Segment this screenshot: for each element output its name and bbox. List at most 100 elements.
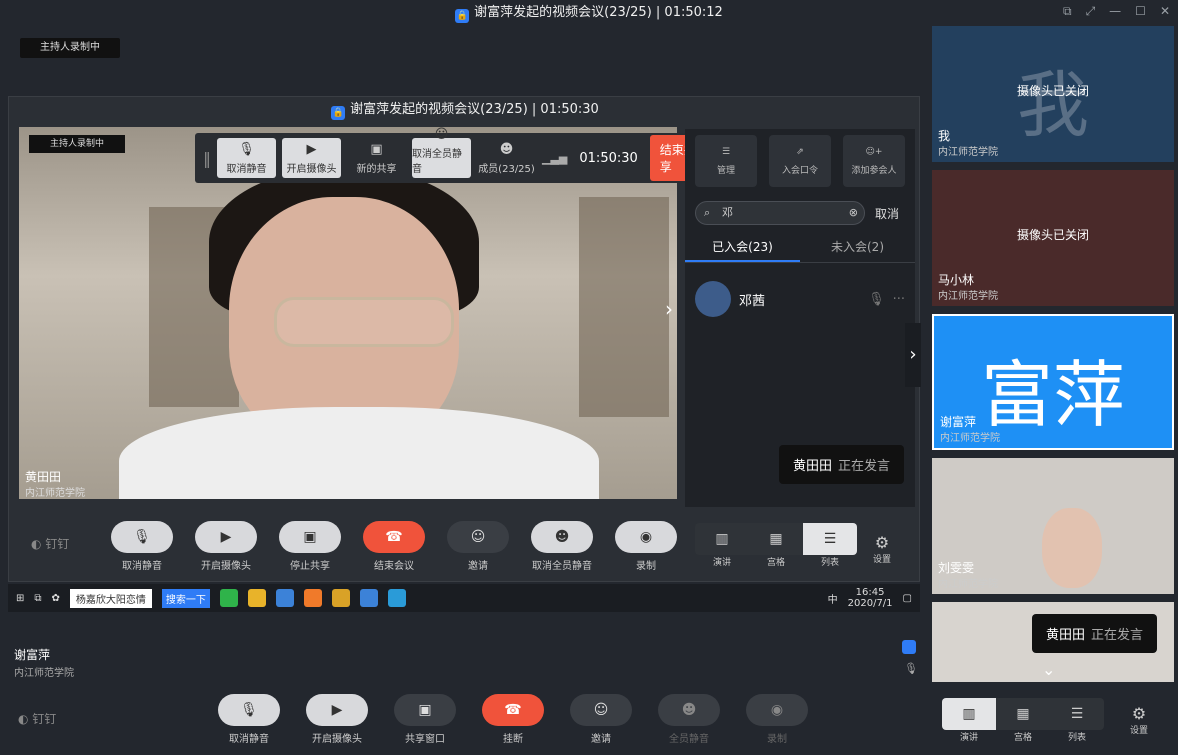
search-cancel-button[interactable]: 取消 (875, 205, 899, 222)
settings-label: 设置 (1130, 726, 1149, 736)
next-arrow-icon[interactable]: › (665, 297, 673, 321)
signal-icon: ▁▃▅ (542, 151, 568, 165)
app-icon[interactable] (303, 589, 322, 607)
ctrl-stop-share[interactable]: ▣ 停止共享 (275, 521, 345, 572)
unmute-button[interactable]: 🎙 取消静音 (214, 694, 284, 745)
grid-view-icon[interactable]: ▦ (749, 523, 803, 555)
panel-expand-icon[interactable]: › (905, 323, 921, 387)
app-icon[interactable]: ✿ (52, 593, 60, 604)
ctrl-label: 邀请 (591, 734, 611, 745)
manage-button[interactable]: ☰ 管理 (695, 135, 757, 187)
manage-label: 管理 (716, 165, 735, 176)
windows-start-icon[interactable]: ⊞ (16, 593, 24, 604)
view-switch: ▥ ▦ ☰ 演讲 宫格 列表 (942, 698, 1104, 743)
ctrl-unmute[interactable]: 🎙 取消静音 (107, 521, 177, 572)
main-controls: 🎙 取消静音 ▶ 开启摄像头 ▣ 共享窗口 ☎ 挂断 ☺ 邀请 ☻ 全员静音 ◉ 录制 (214, 694, 812, 745)
tile-name: 马小林 (938, 273, 975, 287)
ctrl-label: 结束会议 (374, 561, 414, 572)
join-code-button[interactable]: ⇗ 入会口令 (769, 135, 831, 187)
add-user-icon: ☺ (570, 694, 632, 726)
record-icon: ◉ (615, 521, 677, 553)
speaker-view-icon[interactable]: ▥ (942, 698, 996, 730)
browser-search-button[interactable]: 搜索一下 (161, 588, 210, 608)
dingtalk-app-icon[interactable] (359, 589, 378, 607)
more-icon[interactable]: ··· (893, 292, 905, 307)
panel-actions: ☰ 管理 ⇗ 入会口令 ☺+ 添加参会人 (695, 135, 905, 187)
participant-tile-huang[interactable]: 黄田田 正在发言 ⌄ (932, 602, 1174, 682)
app-icon[interactable] (247, 589, 266, 607)
unmute-button[interactable]: 🎙 取消静音 (217, 138, 276, 178)
members-button[interactable]: ☻ 成员(23/25) (477, 138, 536, 178)
person-face (1042, 508, 1102, 588)
unmute-all-button[interactable]: ☺ 取消全员静音 (412, 127, 471, 178)
member-tabs: 已入会(23) 未入会(2) (685, 233, 915, 263)
participant-tile-me[interactable]: 我 摄像头已关闭 我 内江师范学院 (932, 26, 1174, 162)
close-button[interactable]: ✕ (1160, 4, 1170, 19)
camera-button[interactable]: ▶ 开启摄像头 (302, 694, 372, 745)
app-icon[interactable] (219, 589, 238, 607)
inner-settings-button[interactable]: ⚙ 设置 (873, 533, 891, 565)
ctrl-camera[interactable]: ▶ 开启摄像头 (191, 521, 261, 572)
list-view-icon[interactable]: ☰ (1050, 698, 1104, 730)
hangup-button[interactable]: ☎ 挂断 (478, 694, 548, 745)
ctrl-record[interactable]: ◉ 录制 (611, 521, 681, 572)
ctrl-invite[interactable]: ☺ 邀请 (443, 521, 513, 572)
mute-all-button[interactable]: ☻ 全员静音 (654, 694, 724, 745)
doorway (579, 197, 669, 417)
task-view-icon[interactable]: ⧉ (34, 593, 41, 604)
add-participant-button[interactable]: ☺+ 添加参会人 (843, 135, 905, 187)
ctrl-end-meeting[interactable]: ☎ 结束会议 (359, 521, 429, 572)
ctrl-label: 全员静音 (669, 734, 709, 745)
camera-off-icon: ▶ (306, 694, 368, 726)
ctrl-label: 停止共享 (290, 561, 330, 572)
drag-handle-icon[interactable]: ‖ (203, 149, 211, 168)
tile-org: 内江师范学院 (940, 433, 1000, 444)
ctrl-unmute-all[interactable]: ☻ 取消全员静音 (527, 521, 597, 572)
view-label: 列表 (820, 558, 839, 568)
new-share-button[interactable]: ▣ 新的共享 (347, 138, 406, 178)
tab-joined[interactable]: 已入会(23) (685, 233, 800, 262)
camera-on-button[interactable]: ▶ 开启摄像头 (282, 138, 341, 178)
camera-off-icon: ▶ (306, 142, 317, 157)
share-window-button[interactable]: ▣ 共享窗口 (390, 694, 460, 745)
ime-indicator[interactable]: 中 (828, 591, 838, 606)
participant-tile-xie[interactable]: 富萍 谢富萍 内江师范学院 (932, 314, 1174, 450)
member-icon: ☻ (499, 142, 514, 157)
avatar (695, 281, 731, 317)
clear-icon[interactable]: ⊗ (849, 202, 858, 224)
speaker-view-icon[interactable]: ▥ (695, 523, 749, 555)
presenter-org: 内江师范学院 (14, 668, 74, 679)
popout-icon[interactable]: ⧉ (1063, 4, 1072, 19)
inner-recording-badge: 主持人录制中 (29, 135, 125, 153)
join-code-label: 入会口令 (781, 165, 818, 176)
browser-search-box[interactable]: 杨嘉欣大阳恋情 (69, 588, 152, 608)
settings-button[interactable]: ⚙ 设置 (1130, 704, 1148, 736)
participant-tile-ma[interactable]: 摄像头已关闭 马小林 内江师范学院 (932, 170, 1174, 306)
dingtalk-logo: ◐ 钉钉 (18, 712, 57, 726)
record-icon: ◉ (746, 694, 808, 726)
inner-title-text: 谢富萍发起的视频会议(23/25) | 01:50:30 (350, 102, 599, 117)
hangup-icon: ☎ (482, 694, 544, 726)
maximize-button[interactable]: ☐ (1135, 4, 1146, 19)
record-button[interactable]: ◉ 录制 (742, 694, 812, 745)
camera-off-text: 摄像头已关闭 (1016, 84, 1089, 98)
member-row[interactable]: 邓茜 🎙 ··· (695, 279, 905, 319)
list-view-icon[interactable]: ☰ (803, 523, 857, 555)
view-label: 演讲 (959, 733, 978, 743)
minimize-button[interactable]: — (1109, 4, 1121, 19)
app-icon[interactable] (275, 589, 294, 607)
participant-tile-liu[interactable]: 刘雯雯 内江师范学院 (932, 458, 1174, 594)
tab-not-joined[interactable]: 未入会(2) (800, 233, 915, 262)
chevron-down-icon[interactable]: ⌄ (1042, 660, 1055, 679)
clock: 16:45 2020/7/1 (848, 587, 893, 609)
bottom-control-bar: ◐ 钉钉 🎙 取消静音 ▶ 开启摄像头 ▣ 共享窗口 ☎ 挂断 ☺ 邀请 ☻ 全员静音 ◉ 录… (0, 686, 1178, 755)
member-search-input[interactable]: ⌕ 邓 ⊗ (695, 201, 865, 225)
fullscreen-icon[interactable]: ⤢ (1086, 4, 1096, 19)
recording-badge: 主持人录制中 (20, 38, 120, 58)
grid-view-icon[interactable]: ▦ (996, 698, 1050, 730)
invite-button[interactable]: ☺ 邀请 (566, 694, 636, 745)
lock-icon: 🔒 (331, 106, 346, 120)
notification-icon[interactable]: ▢ (903, 593, 912, 604)
folder-icon[interactable] (331, 589, 350, 607)
app-icon[interactable] (387, 589, 406, 607)
